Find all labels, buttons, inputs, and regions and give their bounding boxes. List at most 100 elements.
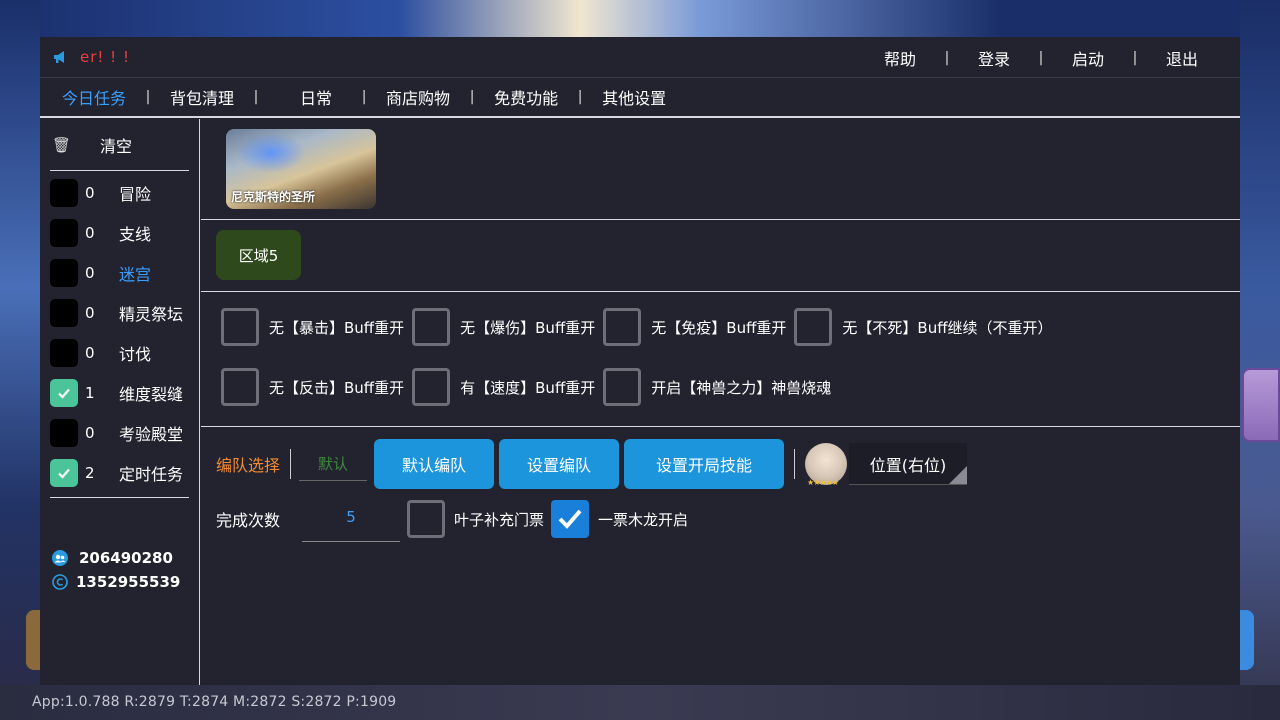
contact-info: 206490280 1352955539 [40,546,199,594]
option-leaf-ticket[interactable]: 叶子补充门票 [407,500,544,538]
tab-other-settings[interactable]: 其他设置 [592,85,676,109]
option-beast-power[interactable]: 开启【神兽之力】神兽烧魂 [603,368,831,406]
sidebar-item-spirit-altar[interactable]: 0 精灵祭坛 [50,293,199,333]
task-count: 0 [85,424,95,442]
completion-count-input[interactable]: 5 [302,496,401,542]
area-section: 区域5 [201,220,1240,292]
option-checkbox[interactable] [412,368,451,406]
option-label: 叶子补充门票 [454,510,545,529]
option-no-crit-damage[interactable]: 无【爆伤】Buff重开 [412,308,595,346]
top-menu: 帮助 | 登录 | 启动 | 退出 [864,37,1240,78]
option-label: 无【爆伤】Buff重开 [460,318,596,337]
option-checkbox[interactable] [603,368,642,406]
task-count: 0 [85,344,95,362]
set-team-button[interactable]: 设置编队 [499,439,620,489]
task-label: 讨伐 [119,345,152,364]
avatar[interactable]: ★★★★★ [805,443,848,487]
map-card[interactable]: 尼克斯特的圣所 [226,129,376,209]
help-menu[interactable]: 帮助 [864,46,936,70]
task-count: 0 [85,264,95,282]
sidebar-item-side-quest[interactable]: 0 支线 [50,213,199,253]
position-value: 位置(右位) [869,455,947,475]
option-no-crit[interactable]: 无【暴击】Buff重开 [221,308,404,346]
option-no-counter[interactable]: 无【反击】Buff重开 [221,368,404,406]
clear-button[interactable]: 🗑 清空 [50,119,189,171]
main-window: er! ! ! 帮助 | 登录 | 启动 | 退出 今日任务 | 背包清理 | … [40,37,1240,685]
login-menu[interactable]: 登录 [958,46,1030,70]
sidebar-item-labyrinth[interactable]: 0 迷宫 [50,253,199,293]
task-sidebar: 🗑 清空 0 冒险 0 支线 0 迷宫 0 精灵祭坛 0 讨伐 1 维度裂缝 0… [40,119,200,685]
background-left-tab [26,610,40,670]
default-team-button[interactable]: 默认编队 [374,439,495,489]
exit-menu[interactable]: 退出 [1146,46,1218,70]
team-name-input[interactable]: 默认 [299,447,368,481]
team-divider [290,449,292,479]
dropdown-corner-icon [949,466,968,484]
option-checkbox[interactable] [794,308,833,346]
qq-group-number: 206490280 [79,549,173,567]
area-button[interactable]: 区域5 [216,230,301,280]
option-label: 无【暴击】Buff重开 [269,318,405,337]
option-label: 无【免疫】Buff重开 [651,318,787,337]
task-checkbox[interactable] [50,219,78,247]
sidebar-item-trial-hall[interactable]: 0 考验殿堂 [50,413,199,453]
start-menu[interactable]: 启动 [1052,46,1124,70]
menu-separator: | [1132,49,1138,66]
tab-separator: | [145,89,151,105]
author-row: 1352955539 [52,570,199,594]
option-label: 有【速度】Buff重开 [460,378,596,397]
completion-count-label: 完成次数 [216,511,281,530]
checkmark-icon [58,388,70,399]
option-checkbox[interactable] [221,368,259,406]
tab-today-tasks[interactable]: 今日任务 [52,85,136,109]
option-no-undying[interactable]: 无【不死】Buff继续（不重开） [794,308,1053,346]
option-label: 无【不死】Buff继续（不重开） [842,318,1053,337]
sidebar-item-subjugation[interactable]: 0 讨伐 [50,333,199,373]
option-label: 一票木龙开启 [598,510,689,529]
task-checkbox[interactable] [50,259,78,287]
tab-daily[interactable]: 日常 [268,85,352,109]
sidebar-item-timed-task[interactable]: 2 定时任务 [50,453,199,493]
task-count: 1 [85,384,95,402]
map-image [236,133,306,173]
team-select-label: 编队选择 [216,456,281,475]
set-opening-skill-button[interactable]: 设置开局技能 [624,439,785,489]
sidebar-item-adventure[interactable]: 0 冒险 [50,173,199,213]
copyright-icon [52,574,68,590]
option-row: 无【暴击】Buff重开 无【爆伤】Buff重开 无【免疫】Buff重开 无【不死… [221,297,1240,357]
team-divider [794,449,796,479]
tab-bag-cleanup[interactable]: 背包清理 [160,85,244,109]
option-checkbox[interactable] [221,308,259,346]
task-checkbox[interactable] [50,419,78,447]
tab-separator: | [253,89,259,105]
status-bar: App:1.0.788 R:2879 T:2874 M:2872 S:2872 … [32,694,397,710]
position-dropdown[interactable]: 位置(右位) [849,443,968,485]
tab-shop[interactable]: 商店购物 [376,85,460,109]
task-checkbox[interactable] [50,339,78,367]
author-number: 1352955539 [76,573,181,591]
option-checkbox[interactable] [407,500,446,538]
task-count: 0 [85,304,95,322]
option-has-speed[interactable]: 有【速度】Buff重开 [412,368,595,406]
sidebar-item-dimension-rift[interactable]: 1 维度裂缝 [50,373,199,413]
background-right-card [1242,368,1280,442]
task-label: 考验殿堂 [119,425,184,444]
background-top [40,0,1240,38]
option-checkbox[interactable] [603,308,642,346]
task-label: 支线 [119,225,152,244]
task-checkbox[interactable] [50,299,78,327]
task-label: 定时任务 [119,465,184,484]
background-right-tab [1240,610,1254,670]
team-row: 编队选择 默认 默认编队 设置编队 设置开局技能 ★★★★★ 位置(右位) [216,439,1240,489]
option-one-ticket-dragon[interactable]: 一票木龙开启 [551,500,688,538]
task-checkbox[interactable] [50,379,78,407]
option-checkbox[interactable] [412,308,451,346]
task-checkbox[interactable] [50,459,78,487]
tab-free-features[interactable]: 免费功能 [484,85,568,109]
option-checkbox[interactable] [551,500,590,538]
task-label: 维度裂缝 [119,385,184,404]
main-panel: 尼克斯特的圣所 区域5 无【暴击】Buff重开 无【爆伤】Buff重开 无【免疫… [201,119,1240,685]
qq-group-row: 206490280 [52,546,199,570]
option-no-immunity[interactable]: 无【免疫】Buff重开 [603,308,786,346]
task-checkbox[interactable] [50,179,78,207]
